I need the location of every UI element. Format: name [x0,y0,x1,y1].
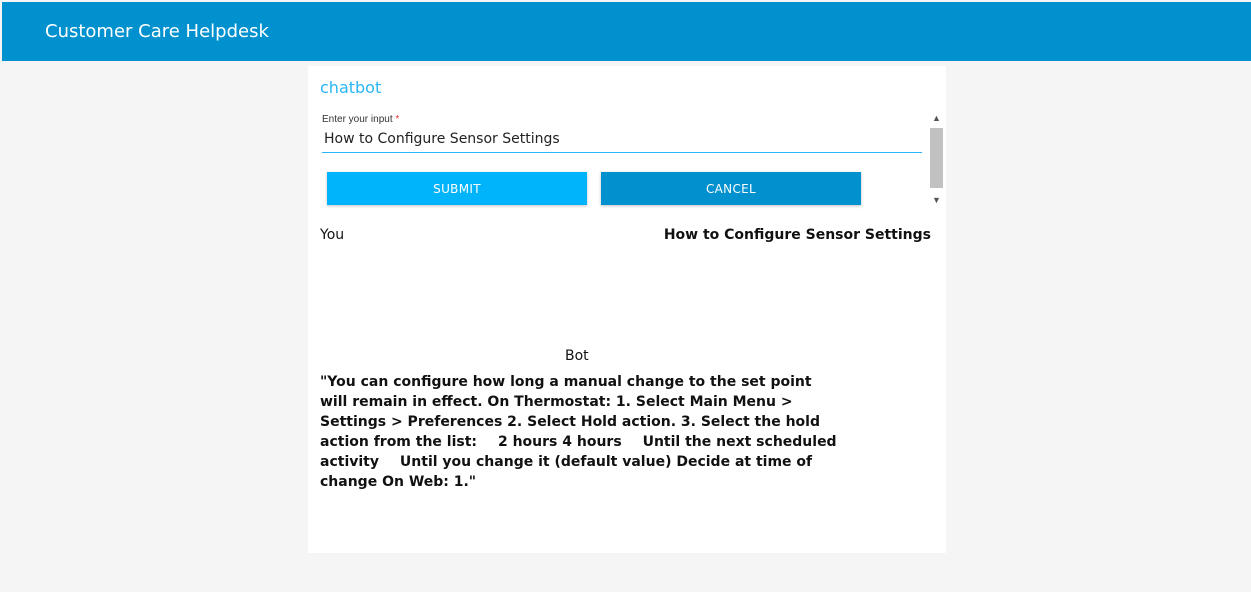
input-label: Enter your input * [322,114,399,125]
bot-sender-label: Bot [565,348,589,364]
submit-button[interactable]: SUBMIT [327,172,587,205]
chat-input[interactable] [322,128,919,150]
app-title: Customer Care Helpdesk [45,21,269,42]
scrollbar-thumb[interactable] [930,128,943,188]
chatbot-card: chatbot Enter your input * ▲ ▼ SUBMIT CA… [308,66,946,553]
chatbot-title: chatbot [320,78,382,97]
bot-message: "You can configure how long a manual cha… [320,374,837,490]
user-message: How to Configure Sensor Settings [663,227,931,243]
input-label-text: Enter your input [322,114,393,125]
input-field-container: Enter your input * [322,114,922,153]
required-asterisk: * [395,114,400,125]
chevron-up-icon[interactable]: ▲ [929,112,944,124]
cancel-button[interactable]: CANCEL [601,172,861,205]
user-sender-label: You [320,227,345,243]
input-scrollbar[interactable]: ▲ ▼ [929,108,944,208]
chevron-down-icon[interactable]: ▼ [929,194,944,206]
app-header: Customer Care Helpdesk [2,2,1251,61]
